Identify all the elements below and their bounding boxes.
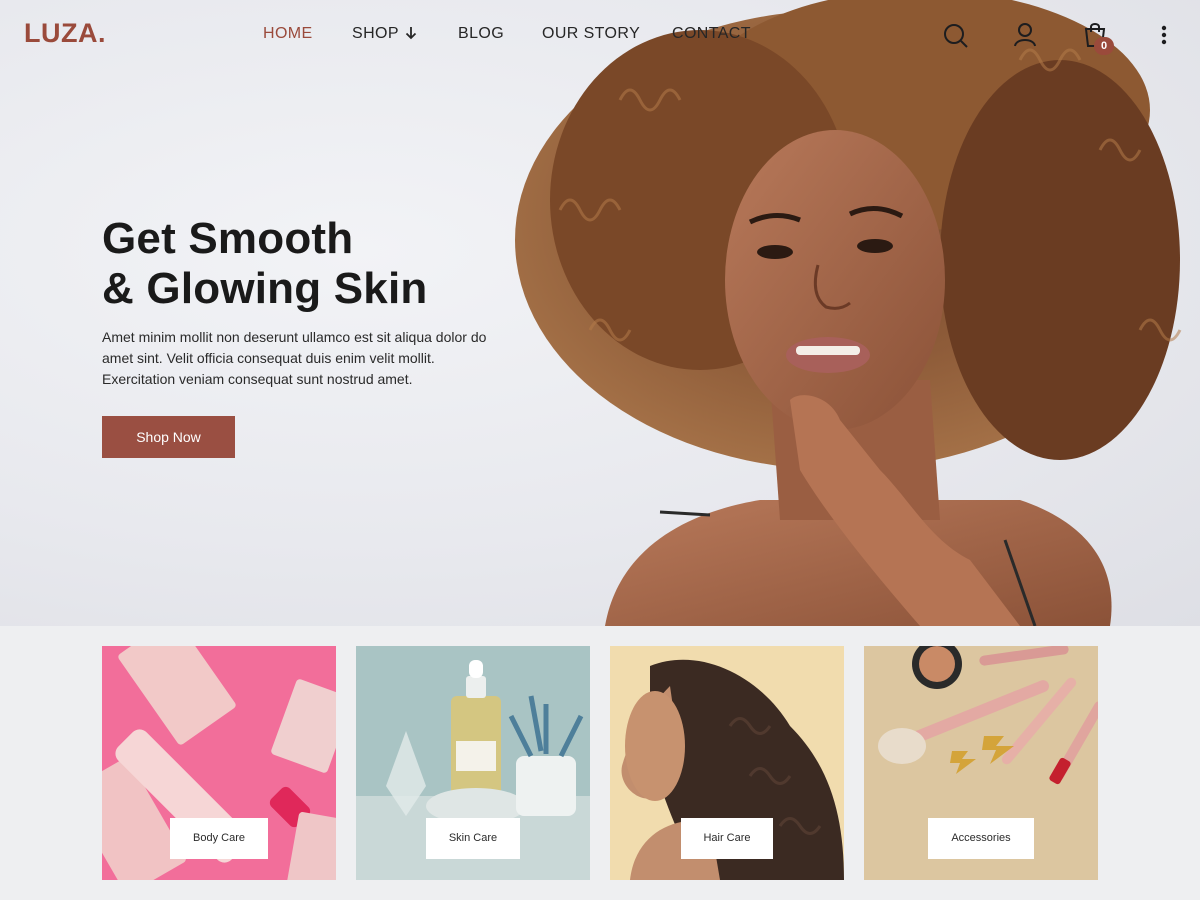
category-label-body-care[interactable]: Body Care: [170, 818, 268, 859]
category-label-hair-care[interactable]: Hair Care: [681, 818, 773, 859]
nav-item-shop[interactable]: SHOP: [352, 25, 418, 43]
category-label-skin-care[interactable]: Skin Care: [426, 818, 520, 859]
arrow-down-icon: [404, 25, 418, 43]
hero-title-line2: & Glowing Skin: [102, 264, 428, 313]
more-vertical-icon[interactable]: [1152, 20, 1180, 50]
category-card-body-care[interactable]: Body Care: [102, 646, 336, 880]
hero-title: Get Smooth & Glowing Skin: [102, 214, 427, 314]
user-icon[interactable]: [1012, 20, 1040, 50]
nav-item-home[interactable]: HOME: [263, 25, 313, 43]
category-card-hair-care[interactable]: Hair Care: [610, 646, 844, 880]
nav-item-shop-label: SHOP: [352, 25, 399, 42]
hero-section: LUZA. HOME SHOP BLOG OUR STORY CONTACT 0…: [0, 0, 1200, 626]
category-card-accessories[interactable]: Accessories: [864, 646, 1098, 880]
nav-item-our-story[interactable]: OUR STORY: [542, 25, 640, 43]
search-icon[interactable]: [942, 20, 970, 50]
hero-title-line1: Get Smooth: [102, 214, 354, 263]
nav-item-blog[interactable]: BLOG: [458, 25, 504, 43]
category-card-skin-care[interactable]: Skin Care: [356, 646, 590, 880]
nav-item-contact[interactable]: CONTACT: [672, 25, 751, 43]
category-label-accessories[interactable]: Accessories: [928, 818, 1034, 859]
cart-count-badge: 0: [1094, 37, 1114, 55]
hero-description: Amet minim mollit non deserunt ullamco e…: [102, 329, 487, 387]
shop-now-button[interactable]: Shop Now: [102, 416, 235, 458]
hero-portrait-image: [515, 0, 1182, 626]
